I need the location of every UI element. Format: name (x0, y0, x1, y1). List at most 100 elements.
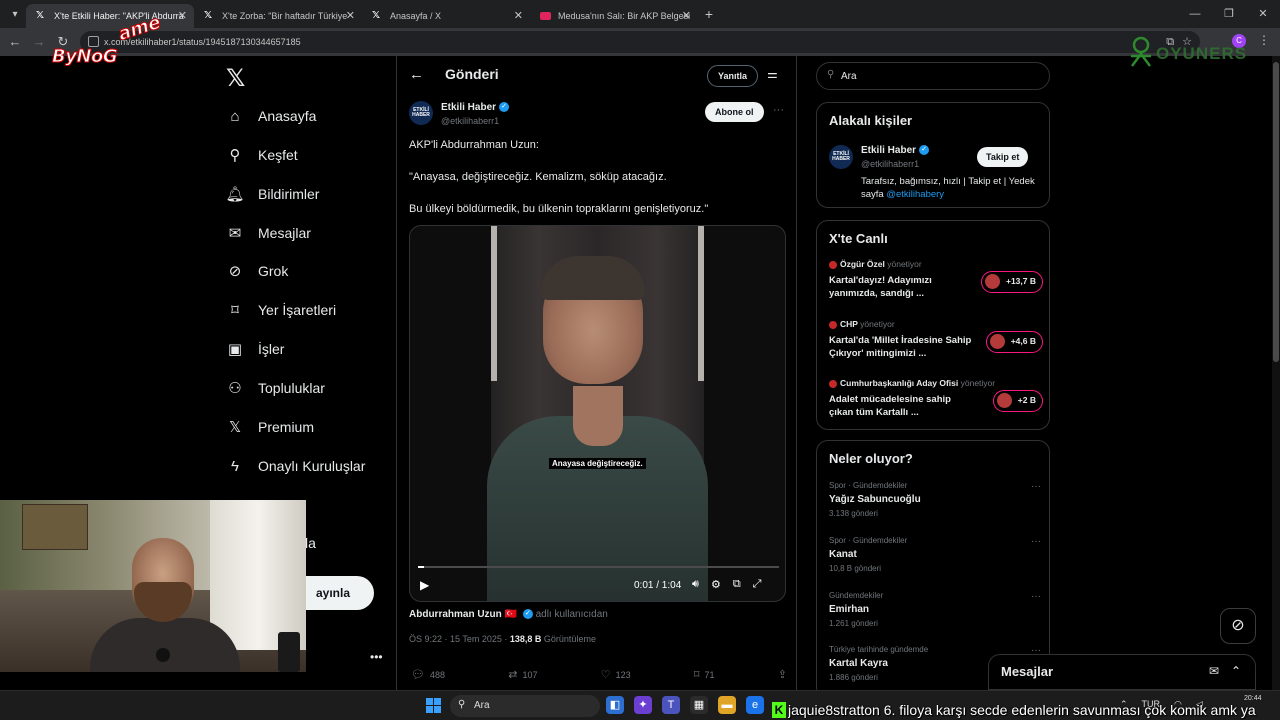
bookmark-action[interactable]: ⌑ 71 (694, 668, 715, 681)
page-scrollbar[interactable] (1272, 56, 1280, 690)
nav-item-verified-orgs[interactable]: ϟ Onaylı Kuruluşlar (226, 451, 365, 481)
host-role: yönetiyor (860, 319, 895, 329)
browser-tab-2[interactable]: 𝕏 X'te Zorba: "Bir haftadır Türkiye ✕ (194, 4, 362, 28)
account-more-icon[interactable]: ••• (370, 650, 383, 664)
listener-avatar (996, 393, 1012, 408)
grok-floating-button[interactable]: ⊘ (1220, 608, 1256, 644)
minimize-icon[interactable]: — (1178, 0, 1212, 28)
listener-count[interactable]: +13,7 B (980, 271, 1043, 293)
related-handle[interactable]: @etkilihaberr1 (861, 159, 919, 169)
trend-item[interactable]: Gündemdekiler Emirhan 1.261 gönderi ··· (829, 591, 1043, 637)
nav-item-messages[interactable]: ✉ Mesajlar (226, 218, 311, 248)
popout-icon[interactable]: ⧉ (733, 578, 741, 591)
close-icon[interactable]: ✕ (682, 4, 691, 28)
live-item[interactable]: Cumhurbaşkanlığı Aday Ofisi yönetiyor Ad… (829, 378, 1043, 430)
address-bar[interactable]: x.com/etkilihaber1/status/19451871303446… (80, 31, 1200, 53)
windows-start-icon[interactable] (426, 698, 441, 713)
like-action[interactable]: ♡ 123 (601, 668, 631, 681)
verified-badge-icon: ✓ (499, 102, 510, 113)
store-icon[interactable]: ▦ (690, 696, 708, 714)
copilot-icon[interactable]: ✦ (634, 696, 652, 714)
more-icon[interactable]: ··· (1031, 591, 1041, 602)
share-action[interactable]: ⇪ (778, 668, 787, 681)
messages-drawer[interactable]: Mesajlar ✉ ⌃ (988, 654, 1256, 690)
video-player[interactable]: Anayasa değiştireceğiz. ▶ 0:01 / 1:04 🔊︎… (409, 225, 786, 602)
forward-icon[interactable]: → (30, 33, 48, 51)
taskbar-search[interactable]: ⚲ Ara (450, 695, 600, 717)
reply-button[interactable]: Yanıtla (707, 65, 759, 87)
video-frame[interactable]: Anayasa değiştireceğiz. (487, 226, 708, 601)
webcam-streamer (90, 538, 240, 672)
author-name[interactable]: Etkili Haber ✓ (441, 102, 510, 113)
post-timestamp[interactable]: ÖS 9:22 · 15 Tem 2025 · (409, 634, 510, 644)
play-icon[interactable]: ▶ (420, 578, 429, 592)
x-logo-icon[interactable]: 𝕏 (226, 64, 256, 94)
live-item[interactable]: CHP yönetiyor Kartal'da 'Millet İradesin… (829, 319, 1043, 371)
repost-count: 107 (522, 669, 538, 680)
nav-item-grok[interactable]: ⊘ Grok (226, 256, 289, 286)
trend-item[interactable]: Spor · Gündemdekiler Yağız Sabuncuoğlu 3… (829, 481, 1043, 527)
video-speaker-hair (541, 256, 645, 300)
new-message-icon[interactable]: ✉ (1209, 664, 1219, 678)
back-arrow-icon[interactable]: ← (409, 66, 424, 83)
browser-tab-3[interactable]: 𝕏 Anasayfa / X ✕ (362, 4, 530, 28)
nav-item-jobs[interactable]: ▣ İşler (226, 334, 285, 364)
bookmark-icon: ⌑ (693, 669, 700, 681)
expand-icon[interactable]: ⌃ (1231, 664, 1241, 678)
bynogame-logo-text: ByNoG (51, 46, 118, 68)
settings-icon[interactable]: ⚙ (711, 578, 721, 591)
trend-name: Kanat (829, 549, 857, 560)
nav-item-explore[interactable]: ⚲ Keşfet (226, 140, 298, 170)
scrollbar-thumb[interactable] (1273, 62, 1279, 362)
browser-menu-icon[interactable]: ⋮ (1258, 33, 1270, 47)
video-progress-bar[interactable] (418, 566, 779, 568)
restore-icon[interactable]: ❐ (1212, 0, 1246, 28)
nav-label: Premium (258, 419, 315, 435)
search-input[interactable]: ⚲ Ara (816, 62, 1050, 90)
more-icon[interactable]: ··· (1031, 536, 1041, 547)
listener-count[interactable]: +4,6 B (985, 331, 1043, 353)
new-tab-button[interactable]: + (698, 6, 720, 22)
bio-link[interactable]: @etkilihabery (886, 189, 944, 200)
teams-icon[interactable]: T (662, 696, 680, 714)
microphone (156, 648, 170, 662)
trend-category: Spor · Gündemdekiler (829, 481, 908, 490)
taskview-icon[interactable]: ◧ (606, 696, 624, 714)
repost-action[interactable]: ⇄ 107 (508, 668, 537, 681)
listener-count[interactable]: +2 B (992, 390, 1043, 412)
subscribe-button[interactable]: Abone ol (705, 102, 764, 122)
browser-tab-4[interactable]: Medusa'nın Salı: Bir AKP Belgesi ✕ (530, 4, 698, 28)
related-name[interactable]: Etkili Haber ✓ (861, 145, 930, 156)
nav-item-premium[interactable]: 𝕏 Premium (226, 412, 314, 442)
bookmark-count: 71 (704, 669, 715, 680)
follow-button[interactable]: Takip et (977, 147, 1029, 167)
edge-icon[interactable]: e (746, 696, 764, 714)
live-item[interactable]: Özgür Özel yönetiyor Kartal'dayız! Adayı… (829, 259, 1043, 311)
close-icon[interactable]: ✕ (346, 4, 355, 28)
x-icon: 𝕏 (36, 10, 45, 21)
nav-item-bookmarks[interactable]: ⌑ Yer İşaretleri (226, 295, 336, 325)
author-handle[interactable]: @etkilihaberr1 (441, 116, 499, 126)
file-explorer-icon[interactable]: ▬ (718, 696, 736, 714)
reply-action[interactable]: 💬︎ 488 (411, 668, 445, 681)
live-spaces-card: X'te Canlı Özgür Özel yönetiyor Kartal'd… (816, 220, 1050, 430)
like-count: 123 (615, 669, 631, 680)
trend-item[interactable]: Spor · Gündemdekiler Kanat 10,8 B gönder… (829, 536, 1043, 582)
attribution-name[interactable]: Abdurrahman Uzun (409, 609, 502, 620)
close-window-icon[interactable]: ✕ (1246, 0, 1280, 28)
volume-icon[interactable]: 🔊︎ (692, 578, 699, 591)
nav-item-home[interactable]: ⌂ Anasayfa (226, 101, 316, 131)
nav-label: Bildirimler (258, 186, 320, 202)
post-more-icon[interactable]: ··· (773, 104, 784, 116)
sliders-icon[interactable]: ⚌ (767, 67, 778, 81)
youtube-icon (540, 12, 551, 20)
nav-item-notifications[interactable]: 🔔︎ Bildirimler (225, 179, 320, 209)
author-avatar[interactable]: ETKİLİ HABER (409, 101, 433, 125)
related-avatar[interactable]: ETKİLİ HABER (829, 145, 853, 169)
nav-item-communities[interactable]: ⚇ Topluluklar (226, 373, 325, 403)
close-icon[interactable]: ✕ (514, 4, 523, 28)
tab-search-button[interactable]: ▾ (4, 3, 26, 25)
back-icon[interactable]: ← (6, 33, 24, 51)
fullscreen-icon[interactable]: ⤢ (753, 578, 762, 591)
more-icon[interactable]: ··· (1031, 481, 1041, 492)
